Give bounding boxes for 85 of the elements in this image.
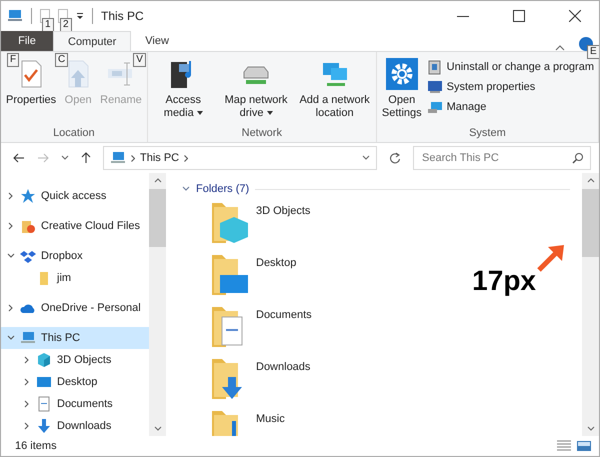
folder-name[interactable]: Documents bbox=[256, 309, 312, 321]
tree-item[interactable]: Documents bbox=[1, 393, 149, 415]
tree-item[interactable]: Downloads bbox=[1, 415, 149, 436]
chevron-down-icon[interactable] bbox=[61, 155, 69, 161]
item-count: 16 items bbox=[15, 440, 57, 452]
tree-item[interactable]: Dropbox bbox=[1, 245, 149, 267]
scroll-up-icon[interactable] bbox=[154, 177, 162, 183]
collapse-icon[interactable] bbox=[182, 186, 190, 192]
expand-icon[interactable] bbox=[23, 422, 31, 430]
up-icon[interactable] bbox=[81, 152, 91, 164]
ribbon-button[interactable]: Manage bbox=[424, 98, 596, 116]
desktop-icon bbox=[36, 374, 52, 390]
group-label: Network bbox=[242, 127, 282, 139]
folder-name[interactable]: Music bbox=[256, 413, 285, 425]
tree-item[interactable]: Creative Cloud Files bbox=[1, 215, 149, 237]
keytip: F bbox=[7, 53, 20, 67]
expand-icon[interactable] bbox=[7, 222, 15, 230]
group-header[interactable]: Folders (7) bbox=[196, 183, 250, 195]
scrollbar-thumb[interactable] bbox=[149, 189, 166, 247]
monitor-icon bbox=[426, 79, 443, 95]
document-icon bbox=[36, 396, 52, 412]
computer-icon bbox=[426, 99, 443, 115]
expand-icon[interactable] bbox=[7, 192, 15, 200]
ribbon-button[interactable]: Uninstall or change a program bbox=[424, 58, 596, 76]
back-icon[interactable] bbox=[13, 153, 25, 163]
keytip: 2 bbox=[60, 18, 72, 32]
chevron-down-icon[interactable] bbox=[362, 155, 370, 161]
keytip: E bbox=[587, 45, 599, 59]
expand-icon[interactable] bbox=[23, 400, 31, 408]
ribbon-button[interactable]: System properties bbox=[424, 78, 596, 96]
folder-name[interactable]: Downloads bbox=[256, 361, 310, 373]
tree-item[interactable]: OneDrive - Personal bbox=[1, 297, 149, 319]
keytip: 1 bbox=[42, 18, 54, 32]
group-label: System bbox=[469, 127, 506, 139]
boxes-icon bbox=[20, 248, 36, 264]
large-icons-view-icon[interactable] bbox=[577, 440, 591, 452]
tree-item[interactable]: This PC bbox=[1, 327, 149, 349]
computer-icon bbox=[110, 150, 126, 166]
computer-icon[interactable] bbox=[7, 8, 23, 24]
settings-icon bbox=[386, 58, 418, 90]
search-icon[interactable] bbox=[572, 152, 584, 164]
ribbon-button[interactable]: Open Settings bbox=[378, 56, 425, 127]
expand-icon[interactable] bbox=[23, 378, 31, 386]
collapse-ribbon-icon[interactable] bbox=[555, 45, 565, 51]
computer-icon bbox=[20, 330, 36, 346]
star-icon bbox=[20, 188, 36, 204]
program-icon bbox=[426, 59, 443, 75]
tree-item[interactable]: jim bbox=[1, 267, 149, 289]
dropdown-icon[interactable] bbox=[76, 12, 84, 20]
ribbon-button[interactable]: Add a network location bbox=[295, 56, 374, 127]
window-title: This PC bbox=[101, 9, 144, 23]
folder-name[interactable]: Desktop bbox=[256, 257, 296, 269]
ribbon-tab[interactable]: File bbox=[1, 31, 53, 51]
search-field[interactable]: Search This PC bbox=[413, 146, 591, 170]
folder-icon bbox=[20, 218, 36, 234]
scroll-down-icon[interactable] bbox=[154, 426, 162, 432]
folder-icon[interactable] bbox=[210, 253, 250, 297]
ribbon-button[interactable]: Map network drive bbox=[216, 56, 296, 127]
tree-item[interactable]: Quick access bbox=[1, 185, 149, 207]
cube-icon bbox=[36, 352, 52, 368]
tree-item[interactable]: 3D Objects bbox=[1, 349, 149, 371]
details-view-icon[interactable] bbox=[557, 440, 571, 452]
keytip: V bbox=[133, 53, 146, 67]
arrow-icon bbox=[536, 243, 566, 273]
tree-item[interactable]: Desktop bbox=[1, 371, 149, 393]
close-icon[interactable] bbox=[569, 10, 581, 22]
scroll-up-icon[interactable] bbox=[586, 177, 594, 183]
annotation-label: 17px bbox=[472, 265, 536, 297]
chevron-right-icon[interactable] bbox=[184, 154, 188, 162]
group-label: Location bbox=[53, 127, 95, 139]
ribbon-tab[interactable]: Computer bbox=[53, 31, 132, 51]
chevron-right-icon[interactable] bbox=[131, 154, 135, 162]
scroll-down-icon[interactable] bbox=[586, 426, 594, 432]
expand-icon[interactable] bbox=[7, 334, 15, 342]
keytip: C bbox=[55, 53, 68, 67]
download-icon bbox=[36, 418, 52, 434]
scrollbar-thumb[interactable] bbox=[582, 189, 599, 257]
maximize-icon[interactable] bbox=[513, 10, 525, 22]
expand-icon[interactable] bbox=[23, 356, 31, 364]
expand-icon[interactable] bbox=[7, 252, 15, 260]
address-field[interactable]: This PC bbox=[103, 146, 377, 170]
ribbon-button[interactable]: Access media bbox=[150, 56, 217, 127]
expand-icon[interactable] bbox=[7, 304, 15, 312]
refresh-icon[interactable] bbox=[389, 152, 401, 164]
folder-name[interactable]: 3D Objects bbox=[256, 205, 310, 217]
